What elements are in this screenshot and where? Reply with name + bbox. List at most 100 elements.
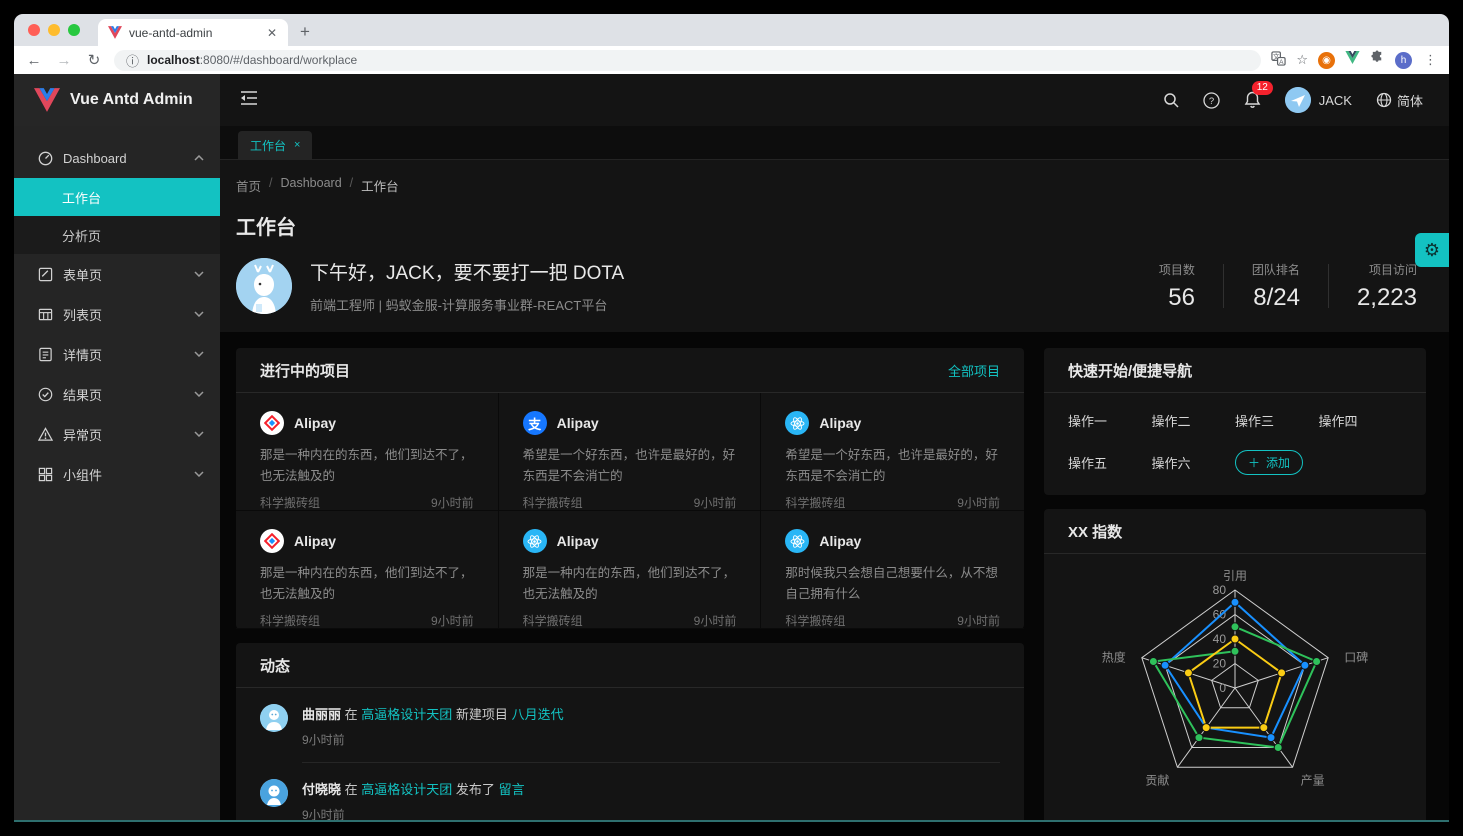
browser-profile-avatar[interactable]: h bbox=[1395, 52, 1412, 69]
alipay-icon: 支 bbox=[523, 411, 547, 435]
user-menu[interactable]: JACK bbox=[1285, 87, 1352, 113]
quick-action-5[interactable]: 操作五 bbox=[1068, 453, 1152, 472]
help-icon[interactable]: ? bbox=[1203, 92, 1220, 109]
tab-close-icon[interactable]: ✕ bbox=[264, 26, 280, 40]
zoom-window-button[interactable] bbox=[68, 24, 80, 36]
close-window-button[interactable] bbox=[28, 24, 40, 36]
sidebar-item-form[interactable]: 表单页 bbox=[14, 254, 220, 294]
quick-action-4[interactable]: 操作四 bbox=[1319, 411, 1403, 430]
browser-menu-icon[interactable]: ⋮ bbox=[1422, 52, 1439, 68]
project-card[interactable]: 支Alipay 希望是一个好东西，也许是最好的，好东西是不会消亡的 科学搬砖组9… bbox=[499, 393, 762, 511]
page-header: 首页 / Dashboard / 工作台 工作台 下午好 bbox=[220, 160, 1449, 332]
tab-close-icon[interactable]: × bbox=[294, 139, 300, 151]
projects-card: 进行中的项目 全部项目 Alipay 那是一种内在的东西，他们到达不了，也无法触… bbox=[236, 348, 1024, 629]
forward-icon[interactable]: → bbox=[54, 52, 74, 69]
sidebar-item-result[interactable]: 结果页 bbox=[14, 374, 220, 414]
vue-devtools-icon[interactable] bbox=[1345, 51, 1360, 69]
projects-grid: Alipay 那是一种内在的东西，他们到达不了，也无法触及的 科学搬砖组9小时前… bbox=[236, 393, 1024, 629]
quick-action-3[interactable]: 操作三 bbox=[1235, 411, 1319, 430]
greeting-avatar bbox=[236, 258, 292, 314]
project-card[interactable]: Alipay 那是一种内在的东西，他们到达不了，也无法触及的 科学搬砖组9小时前 bbox=[236, 511, 499, 629]
project-card[interactable]: Alipay 那时候我只会想自己想要什么，从不想自己拥有什么 科学搬砖组9小时前 bbox=[761, 511, 1024, 629]
profile-icon bbox=[38, 347, 53, 362]
bookmark-star-icon[interactable]: ☆ bbox=[1296, 52, 1308, 68]
project-card[interactable]: Alipay 希望是一个好东西，也许是最好的，好东西是不会消亡的 科学搬砖组9小… bbox=[761, 393, 1024, 511]
activity-team-link[interactable]: 高逼格设计天团 bbox=[361, 782, 452, 797]
activity-card-title: 动态 bbox=[260, 655, 290, 676]
quick-action-2[interactable]: 操作二 bbox=[1152, 411, 1236, 430]
sidebar-item-widgets[interactable]: 小组件 bbox=[14, 454, 220, 494]
activity-message-link[interactable]: 留言 bbox=[499, 782, 525, 797]
warning-icon bbox=[38, 427, 53, 442]
breadcrumb-current: 工作台 bbox=[361, 176, 399, 195]
react-icon bbox=[523, 529, 547, 553]
sidebar-item-detail[interactable]: 详情页 bbox=[14, 334, 220, 374]
search-icon[interactable] bbox=[1163, 92, 1179, 108]
sidebar-item-analysis[interactable]: 分析页 bbox=[14, 216, 220, 254]
svg-text:热度: 热度 bbox=[1102, 650, 1126, 665]
activity-item: 曲丽丽 在 高逼格设计天团 新建项目 八月迭代 9小时前 bbox=[236, 688, 1024, 763]
language-switcher[interactable]: 简体 bbox=[1376, 91, 1423, 110]
page-tab-workplace[interactable]: 工作台 × bbox=[238, 131, 312, 159]
site-info-icon[interactable]: ⓘ bbox=[126, 51, 139, 70]
project-group: 科学搬砖组 bbox=[785, 612, 845, 629]
project-card[interactable]: Alipay 那是一种内在的东西，他们到达不了，也无法触及的 科学搬砖组9小时前 bbox=[236, 393, 499, 511]
translate-icon[interactable]: 文A bbox=[1271, 51, 1286, 69]
extensions-puzzle-icon[interactable] bbox=[1370, 50, 1385, 70]
svg-text:口碑: 口碑 bbox=[1344, 650, 1368, 665]
project-time: 9小时前 bbox=[431, 494, 474, 511]
app-title: Vue Antd Admin bbox=[70, 91, 193, 109]
react-icon bbox=[785, 529, 809, 553]
menu-fold-icon[interactable] bbox=[240, 90, 258, 111]
dashboard-submenu: 工作台 分析页 bbox=[14, 178, 220, 254]
browser-tab[interactable]: vue-antd-admin ✕ bbox=[98, 19, 288, 46]
settings-gear-button[interactable]: ⚙ bbox=[1415, 233, 1449, 267]
add-action-button[interactable]: ＋添加 bbox=[1235, 450, 1303, 475]
page-title: 工作台 bbox=[236, 211, 1425, 240]
activity-project-link[interactable]: 八月迭代 bbox=[512, 707, 564, 722]
browser-tab-title: vue-antd-admin bbox=[129, 26, 257, 40]
new-tab-button[interactable]: + bbox=[288, 22, 324, 46]
project-group: 科学搬砖组 bbox=[785, 494, 845, 511]
sidebar-item-exception[interactable]: 异常页 bbox=[14, 414, 220, 454]
sidebar-item-dashboard[interactable]: Dashboard bbox=[14, 138, 220, 178]
back-icon[interactable]: ← bbox=[24, 52, 44, 69]
activity-user[interactable]: 曲丽丽 bbox=[302, 707, 341, 722]
sidebar-item-list[interactable]: 列表页 bbox=[14, 294, 220, 334]
project-group: 科学搬砖组 bbox=[523, 494, 583, 511]
activity-team-link[interactable]: 高逼格设计天团 bbox=[361, 707, 452, 722]
stat-projects: 项目数 56 bbox=[1131, 261, 1223, 312]
breadcrumb-dashboard[interactable]: Dashboard bbox=[281, 176, 342, 195]
quick-action-1[interactable]: 操作一 bbox=[1068, 411, 1152, 430]
stats-row: 项目数 56 团队排名 8/24 项目访问 bbox=[1131, 261, 1425, 312]
sidebar-item-workplace[interactable]: 工作台 bbox=[14, 178, 220, 216]
all-projects-link[interactable]: 全部项目 bbox=[948, 361, 1000, 380]
react-icon bbox=[785, 411, 809, 435]
chevron-down-icon bbox=[194, 471, 204, 477]
activity-user[interactable]: 付晓晓 bbox=[302, 782, 341, 797]
chevron-down-icon bbox=[194, 351, 204, 357]
svg-text:20: 20 bbox=[1213, 657, 1227, 671]
quick-action-6[interactable]: 操作六 bbox=[1152, 453, 1236, 472]
activity-time: 9小时前 bbox=[302, 731, 1000, 748]
activity-item: 付晓晓 在 高逼格设计天团 发布了 留言 9小时前 bbox=[236, 763, 1024, 820]
app-logo-area[interactable]: Vue Antd Admin bbox=[14, 74, 220, 126]
dashboard-icon bbox=[38, 151, 53, 166]
project-card[interactable]: Alipay 那是一种内在的东西，他们到达不了，也无法触及的 科学搬砖组9小时前 bbox=[499, 511, 762, 629]
minimize-window-button[interactable] bbox=[48, 24, 60, 36]
reload-icon[interactable]: ↻ bbox=[84, 51, 104, 69]
content-area: 进行中的项目 全部项目 Alipay 那是一种内在的东西，他们到达不了，也无法触… bbox=[220, 332, 1449, 820]
breadcrumb-home[interactable]: 首页 bbox=[236, 176, 261, 195]
address-bar[interactable]: ⓘ localhost:8080/#/dashboard/workplace bbox=[114, 50, 1261, 71]
app-header: Vue Antd Admin ? 12 bbox=[14, 74, 1449, 126]
language-label: 简体 bbox=[1397, 91, 1423, 110]
stat-ranking: 团队排名 8/24 bbox=[1224, 261, 1328, 312]
app-root: Vue Antd Admin ? 12 bbox=[14, 74, 1449, 820]
main-area: 工作台 × 首页 / Dashboard / 工作台 工作台 bbox=[220, 126, 1449, 820]
activity-avatar bbox=[260, 779, 288, 807]
radar-chart: 引用口碑产量贡献热度020406080 a b c bbox=[1044, 554, 1426, 820]
notification-bell-icon[interactable]: 12 bbox=[1244, 91, 1261, 109]
activity-list: 曲丽丽 在 高逼格设计天团 新建项目 八月迭代 9小时前 bbox=[236, 688, 1024, 820]
project-time: 9小时前 bbox=[694, 612, 737, 629]
extension-icon[interactable]: ◉ bbox=[1318, 52, 1335, 69]
